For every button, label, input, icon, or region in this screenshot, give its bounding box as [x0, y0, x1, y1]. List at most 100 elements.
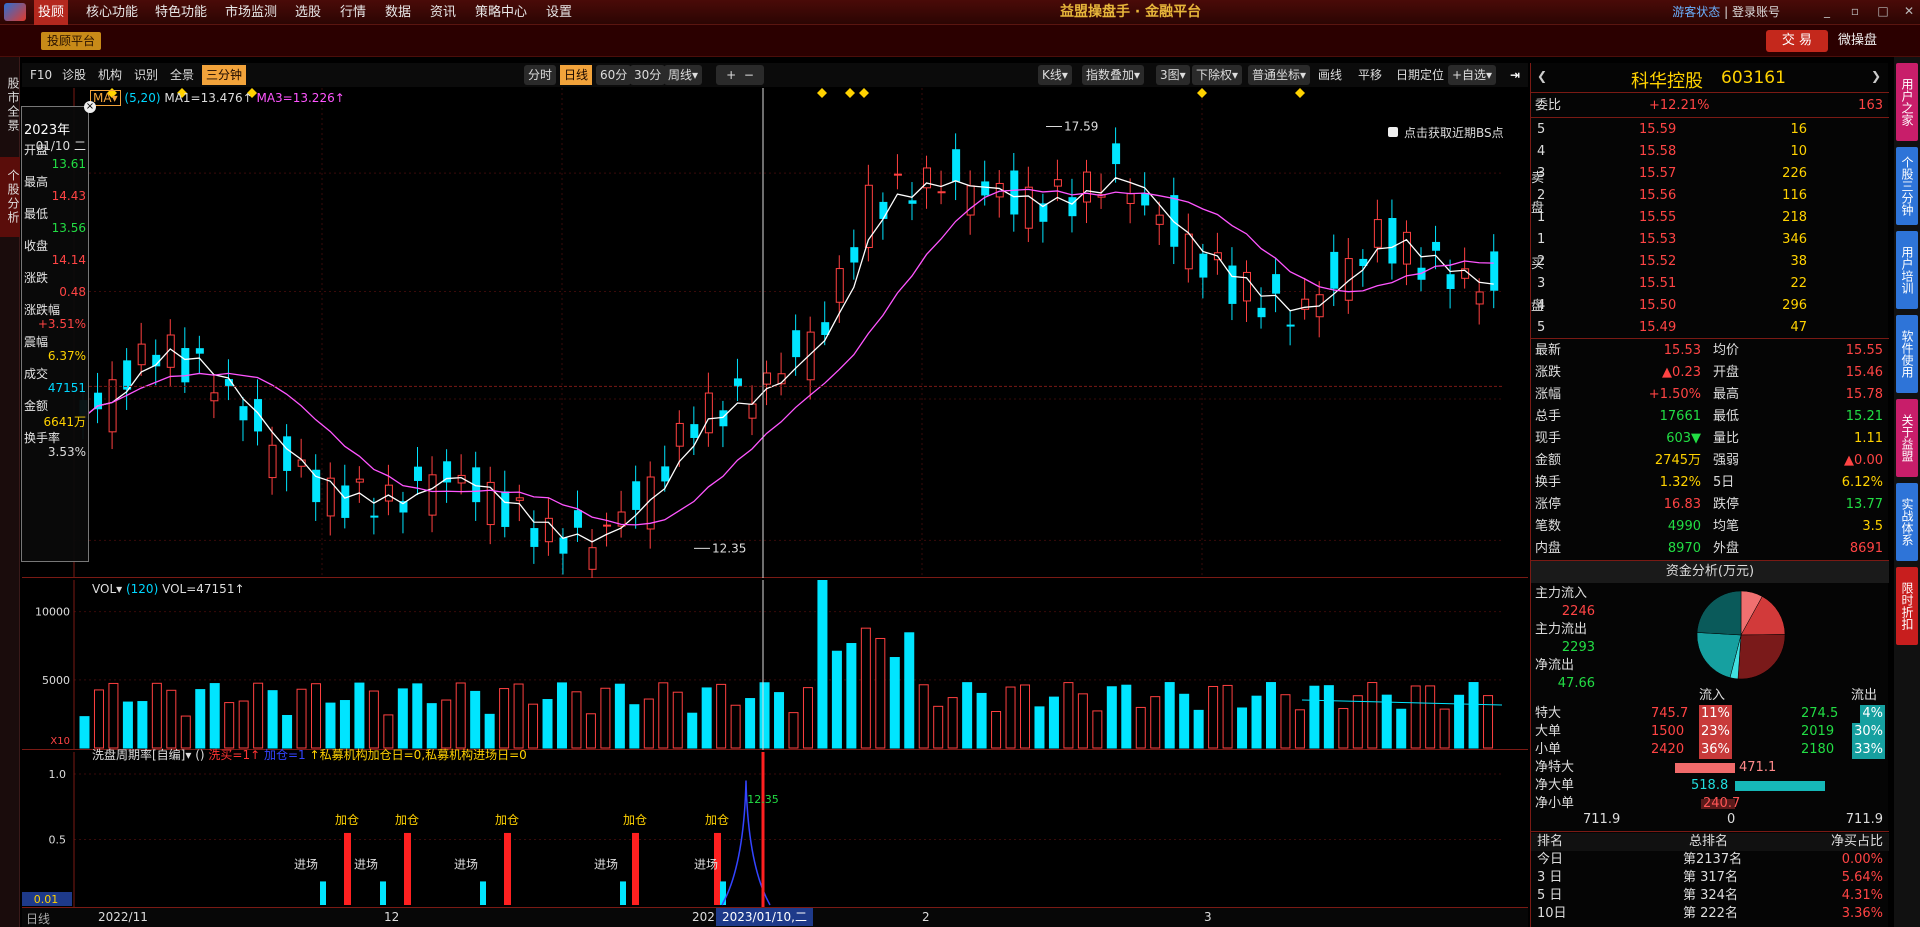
candle-body [981, 181, 990, 196]
volume-bar [1410, 685, 1421, 749]
kline-dropdown[interactable]: K线▾ [1038, 65, 1072, 85]
diagnose-button[interactable]: 诊股 [58, 65, 90, 85]
pie-slice [1737, 634, 1786, 680]
menu-tougu[interactable]: 投顾 [34, 0, 69, 25]
volume-panel[interactable]: 10000 5000 X10 [22, 574, 1528, 750]
cursor-info-panel: × 2023年 01/10 二 开盘 13.61 最高 14.43 最低 13.56 收盘 1… [21, 101, 96, 562]
candle-body [908, 200, 917, 204]
buy-price: 15.52 [1639, 254, 1677, 269]
candle-body [428, 474, 437, 516]
menu-monitor[interactable]: 市场监测 [221, 0, 281, 25]
indicator-panel[interactable]: 1.0 0.5 0.01 加仓 加仓 加仓 加仓 加仓 进场 进场 进场 进场 进场 12.35 [22, 752, 1528, 907]
tab-stock-analysis[interactable]: 个股分析 [0, 157, 20, 237]
indicator-cyan-bar [620, 881, 626, 905]
menu-pick[interactable]: 选股 [291, 0, 325, 25]
sidebar-3[interactable]: 软件使用 [1896, 315, 1918, 393]
candle-body [748, 403, 757, 419]
restore-icon[interactable]: ▫ [1848, 4, 1862, 18]
menu-news[interactable]: 资讯 [426, 0, 460, 25]
sidebar-6[interactable]: 限时折扣 [1896, 567, 1918, 645]
sell-price: 15.57 [1639, 166, 1677, 181]
menu-strategy[interactable]: 策略中心 [471, 0, 531, 25]
axis-dropdown[interactable]: 普通坐标▾ [1248, 65, 1311, 85]
period-30min[interactable]: 30分 [630, 65, 666, 85]
panorama-button[interactable]: 全景 [166, 65, 198, 85]
indicator-title[interactable]: 洗盘周期率[自编]▾ [92, 748, 191, 762]
close-icon[interactable]: ✕ [1902, 4, 1916, 18]
pan-button[interactable]: 平移 [1354, 65, 1386, 85]
f10-button[interactable]: F10 [26, 65, 56, 85]
menu-special[interactable]: 特色功能 [151, 0, 211, 25]
candle-body [210, 392, 219, 402]
menu-core[interactable]: 核心功能 [82, 0, 142, 25]
close-icon[interactable]: × [84, 101, 96, 113]
adjust-dropdown[interactable]: 下除权▾ [1192, 65, 1243, 85]
kline-chart[interactable]: 17.59 12.35 [22, 88, 1528, 587]
volume-bar [701, 687, 712, 749]
menu-quote[interactable]: 行情 [336, 0, 370, 25]
next-stock-icon[interactable]: ❯ [1871, 69, 1881, 83]
candle-body [792, 330, 801, 358]
zoom-out-icon[interactable]: − [744, 68, 754, 82]
candle-body [268, 444, 277, 479]
menu-data[interactable]: 数据 [381, 0, 415, 25]
candle-body [1228, 265, 1237, 304]
index-overlay-dropdown[interactable]: 指数叠加▾ [1082, 65, 1145, 85]
fund-out: 2019 [1801, 724, 1835, 739]
volume-bar [1106, 686, 1117, 749]
candle-body [690, 424, 699, 438]
period-weekly[interactable]: 周线▾ [664, 65, 703, 85]
maximize-icon[interactable]: □ [1876, 4, 1890, 18]
zoom-in-icon[interactable]: + [726, 68, 736, 82]
candle-body [719, 410, 728, 427]
sidebar-1[interactable]: 个股三分钟 [1896, 147, 1918, 225]
period-60min[interactable]: 60分 [596, 65, 632, 85]
candle-body [137, 343, 146, 366]
net-value: 518.8 [1691, 778, 1729, 793]
period-intraday[interactable]: 分时 [524, 65, 557, 85]
vol-title[interactable]: VOL▾ [92, 582, 122, 596]
rank-row: 10日 第 222名 3.36% [1531, 905, 1889, 923]
login-link[interactable]: 登录账号 [1732, 5, 1780, 19]
buy-row: 3 15.51 22 [1531, 273, 1889, 295]
high-mark-label: 17.59 [1064, 119, 1098, 133]
layout-dropdown[interactable]: 3图▾ [1156, 65, 1190, 85]
draw-line-button[interactable]: 画线 [1314, 65, 1346, 85]
fund-row: 大单 1500 23% 2019 30% [1531, 723, 1889, 741]
tab-market-panorama[interactable]: 股市全景 [0, 65, 20, 145]
trade-button[interactable]: 交 易 [1766, 30, 1828, 52]
collapse-panel-icon[interactable]: ⇥ [1506, 65, 1524, 85]
candle-body [1475, 291, 1484, 305]
minimize-icon[interactable]: _ [1820, 4, 1834, 18]
sidebar-4[interactable]: 关于益盟 [1896, 399, 1918, 477]
platform-button[interactable]: 投顾平台 [41, 32, 102, 50]
menu-settings[interactable]: 设置 [542, 0, 576, 25]
volume-bar [282, 714, 293, 749]
label-enter: 进场 [454, 857, 478, 871]
guest-status[interactable]: 游客状态 [1672, 5, 1720, 19]
sell-price: 15.56 [1639, 188, 1677, 203]
three-minute-button[interactable]: 三分钟 [202, 65, 247, 85]
stat-label: 5日 [1713, 475, 1735, 490]
sidebar-5[interactable]: 实战体系 [1896, 483, 1918, 561]
date-locate-button[interactable]: 日期定位 [1392, 65, 1448, 85]
buy-volume: 47 [1790, 320, 1807, 335]
recognize-button[interactable]: 识别 [130, 65, 162, 85]
candle-body [573, 510, 582, 528]
zoom-control[interactable]: + − [716, 65, 764, 85]
institution-button[interactable]: 机构 [94, 65, 126, 85]
weipan-button[interactable]: 微操盘 [1838, 30, 1877, 52]
stat-value: 4990 [1667, 519, 1701, 534]
candle-body [1388, 218, 1397, 264]
add-watchlist-dropdown[interactable]: +自选▾ [1448, 65, 1497, 85]
candle-body [763, 372, 772, 385]
bs-hint[interactable]: 点击获取近期BS点 [1388, 124, 1504, 141]
x-cursor-label: 2023/01/10,二 [716, 908, 813, 926]
sidebar-0[interactable]: 用户之家 [1896, 63, 1918, 141]
net-label: 净小单 [1535, 796, 1575, 811]
prev-stock-icon[interactable]: ❮ [1537, 69, 1547, 83]
vol-y-label: 10000 [35, 606, 70, 619]
sidebar-2[interactable]: 用户培训 [1896, 231, 1918, 309]
period-daily[interactable]: 日线 [560, 65, 593, 85]
volume-bar [441, 699, 452, 749]
